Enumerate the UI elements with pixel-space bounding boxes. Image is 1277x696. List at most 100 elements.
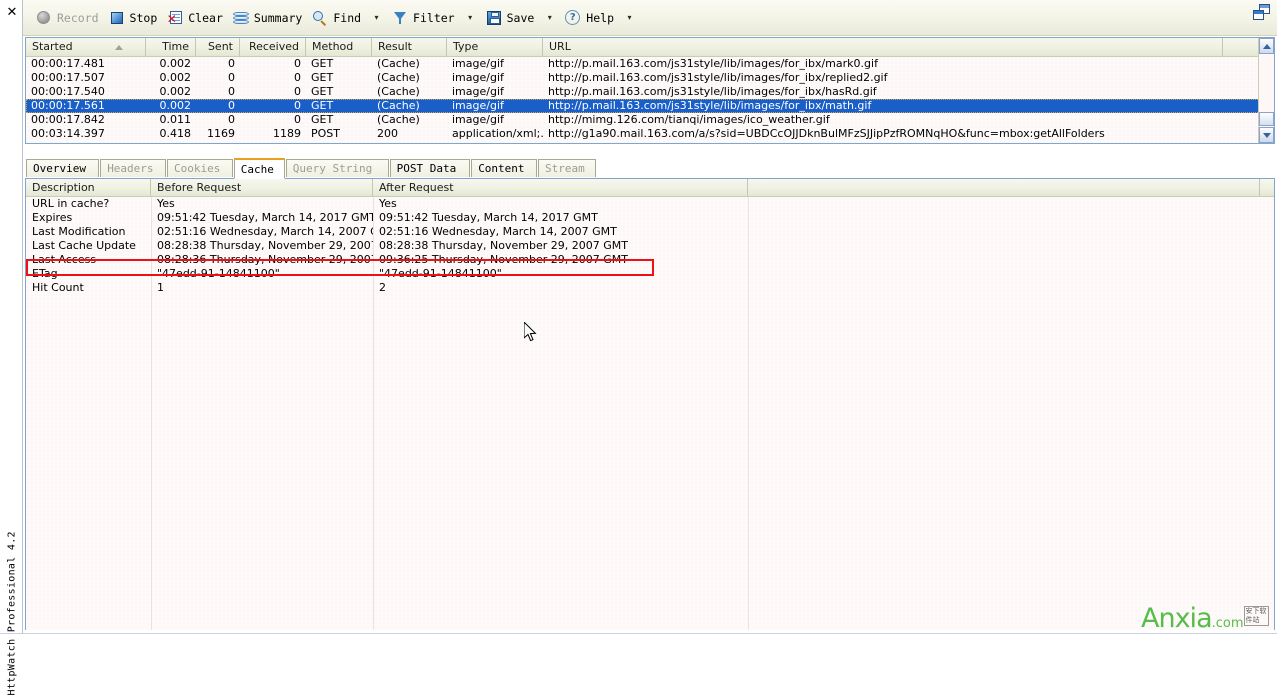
help-button[interactable]: Help <box>561 6 618 30</box>
save-dropdown-icon[interactable]: ▾ <box>544 6 555 30</box>
table-cell-received: 0 <box>240 71 306 85</box>
watermark-tld: .com <box>1211 616 1244 631</box>
table-cell-text: http://p.mail.163.com/js31style/lib/imag… <box>548 71 888 84</box>
table-row[interactable]: 00:00:17.842 0.011 0 0 GET (Cache) image/gif ht… <box>26 113 1274 127</box>
grid-column-header-url[interactable]: URL <box>543 38 1223 56</box>
tab-cache[interactable]: Cache <box>233 158 285 179</box>
table-cell-text: 0.002 <box>159 57 192 70</box>
record-button[interactable]: Record <box>32 6 103 30</box>
table-cell-text: 0 <box>228 113 235 126</box>
filter-button[interactable]: Filter <box>388 6 459 30</box>
help-dropdown-icon[interactable]: ▾ <box>624 6 635 30</box>
detail-row[interactable]: Hit Count 1 2 <box>26 281 1274 295</box>
grid-column-header-result[interactable]: Result <box>372 38 447 56</box>
detail-cell-before: 02:51:16 Wednesday, March 14, 2007 G... <box>151 225 373 239</box>
table-row[interactable]: 00:00:17.507 0.002 0 0 GET (Cache) image/gif ht… <box>26 71 1274 85</box>
detail-cell-after: 02:51:16 Wednesday, March 14, 2007 GMT <box>373 225 748 239</box>
table-cell-result: 200 <box>372 127 447 141</box>
detail-cell-text: 1 <box>157 281 164 294</box>
find-button[interactable]: Find <box>308 6 365 30</box>
stop-button[interactable]: Stop <box>105 6 162 30</box>
detail-cell-description: ETag <box>26 267 151 281</box>
grid-column-header-type[interactable]: Type <box>447 38 543 56</box>
detail-cell-text: 2 <box>379 281 386 294</box>
table-cell-started: 00:00:17.507 <box>26 71 146 85</box>
table-cell-text: 1189 <box>273 127 301 140</box>
grid-column-header-spacer <box>1223 38 1259 56</box>
table-cell-started: 00:00:17.540 <box>26 85 146 99</box>
table-cell-text: 0 <box>228 71 235 84</box>
scroll-up-icon[interactable] <box>1259 38 1274 54</box>
table-cell-text: http://g1a90.mail.163.com/a/s?sid=UBDCcO… <box>548 127 1105 140</box>
detail-row[interactable]: Last Modification 02:51:16 Wednesday, Mar… <box>26 225 1274 239</box>
table-cell-method: GET <box>306 99 372 113</box>
table-cell-text: image/gif <box>452 113 504 126</box>
table-row[interactable]: 00:00:17.540 0.002 0 0 GET (Cache) image/gif ht… <box>26 85 1274 99</box>
table-cell-text: GET <box>311 57 334 70</box>
detail-row[interactable]: Expires 09:51:42 Tuesday, March 14, 2017 … <box>26 211 1274 225</box>
scrollbar-thumb[interactable] <box>1259 112 1274 126</box>
table-cell-type: image/gif <box>447 99 543 113</box>
detail-row[interactable]: Last Cache Update 08:28:38 Thursday, Nove… <box>26 239 1274 253</box>
table-cell-time: 0.002 <box>146 57 196 71</box>
detail-row[interactable]: ETag "47edd-91-14841100" "47edd-91-1484110… <box>26 267 1274 281</box>
table-row[interactable]: 00:00:17.481 0.002 0 0 GET (Cache) image/gif ht… <box>26 57 1274 71</box>
sort-ascending-icon <box>115 45 123 50</box>
grid-column-header-label: Started <box>32 40 73 53</box>
request-grid-scrollbar[interactable] <box>1258 38 1274 143</box>
save-button[interactable]: Save <box>482 6 539 30</box>
cache-detail-body[interactable]: URL in cache? Yes Yes Expires 09:51:42 Tuesd… <box>26 197 1274 630</box>
detail-cell-text: "47edd-91-14841100" <box>157 267 280 280</box>
request-grid-body[interactable]: 00:00:17.481 0.002 0 0 GET (Cache) image/gif ht… <box>26 57 1274 143</box>
grid-column-header-time[interactable]: Time <box>146 38 196 56</box>
detail-cell-before: 08:28:38 Thursday, November 29, 2007... <box>151 239 373 253</box>
detail-cell-text: Expires <box>32 211 73 224</box>
scroll-down-icon[interactable] <box>1259 127 1274 143</box>
grid-column-header-received[interactable]: Received <box>240 38 306 56</box>
tab-overview[interactable]: Overview <box>26 159 100 177</box>
save-icon <box>486 10 502 26</box>
find-dropdown-icon[interactable]: ▾ <box>371 6 382 30</box>
detail-cell-text: Yes <box>157 197 175 210</box>
close-icon[interactable]: ✕ <box>5 6 19 20</box>
table-cell-time: 0.002 <box>146 71 196 85</box>
detail-cell-after: 2 <box>373 281 748 295</box>
table-cell-text: 00:00:17.561 <box>31 99 105 112</box>
table-cell-text: 200 <box>377 127 398 140</box>
table-cell-received: 0 <box>240 57 306 71</box>
detail-row[interactable]: Last Access 08:28:36 Thursday, November 2… <box>26 253 1274 267</box>
detail-column-header-description[interactable]: Description <box>26 179 151 196</box>
cascade-windows-icon[interactable] <box>1253 4 1270 20</box>
table-row[interactable]: 00:03:14.397 0.418 1169 1189 POST 200 applicat… <box>26 127 1274 141</box>
table-row[interactable]: 00:00:17.561 0.002 0 0 GET (Cache) image/gif ht… <box>26 99 1274 113</box>
tab-query-string[interactable]: Query String <box>285 159 389 177</box>
detail-cell-text: 08:28:38 Thursday, November 29, 2007 GMT <box>379 239 628 252</box>
grid-column-header-sent[interactable]: Sent <box>196 38 240 56</box>
table-cell-received: 1189 <box>240 127 306 141</box>
table-cell-url: http://p.mail.163.com/js31style/lib/imag… <box>543 85 1233 99</box>
table-cell-text: (Cache) <box>377 113 420 126</box>
detail-cell-text: "47edd-91-14841100" <box>379 267 502 280</box>
table-cell-result: (Cache) <box>372 57 447 71</box>
tab-post-data[interactable]: POST Data <box>389 159 471 177</box>
table-cell-text: GET <box>311 71 334 84</box>
grid-column-header-started[interactable]: Started <box>26 38 146 56</box>
detail-column-header-before-request[interactable]: Before Request <box>151 179 373 196</box>
table-cell-text: http://p.mail.163.com/js31style/lib/imag… <box>548 85 877 98</box>
tab-headers[interactable]: Headers <box>100 159 166 177</box>
table-cell-text: http://mimg.126.com/tianqi/images/ico_we… <box>548 113 830 126</box>
detail-column-header-label: After Request <box>379 181 454 194</box>
grid-column-header-method[interactable]: Method <box>306 38 372 56</box>
clear-button[interactable]: ✕ Clear <box>163 6 227 30</box>
detail-column-header-after-request[interactable]: After Request <box>373 179 748 196</box>
clear-icon: ✕ <box>167 10 183 26</box>
table-cell-text: GET <box>311 113 334 126</box>
summary-button[interactable]: Summary <box>229 6 306 30</box>
tab-cookies[interactable]: Cookies <box>167 159 233 177</box>
detail-row[interactable]: URL in cache? Yes Yes <box>26 197 1274 211</box>
filter-dropdown-icon[interactable]: ▾ <box>465 6 476 30</box>
tab-stream[interactable]: Stream <box>538 159 597 177</box>
detail-cell-text: Last Access <box>32 253 97 266</box>
tab-content[interactable]: Content <box>471 159 537 177</box>
table-cell-text: http://p.mail.163.com/js31style/lib/imag… <box>548 99 872 112</box>
